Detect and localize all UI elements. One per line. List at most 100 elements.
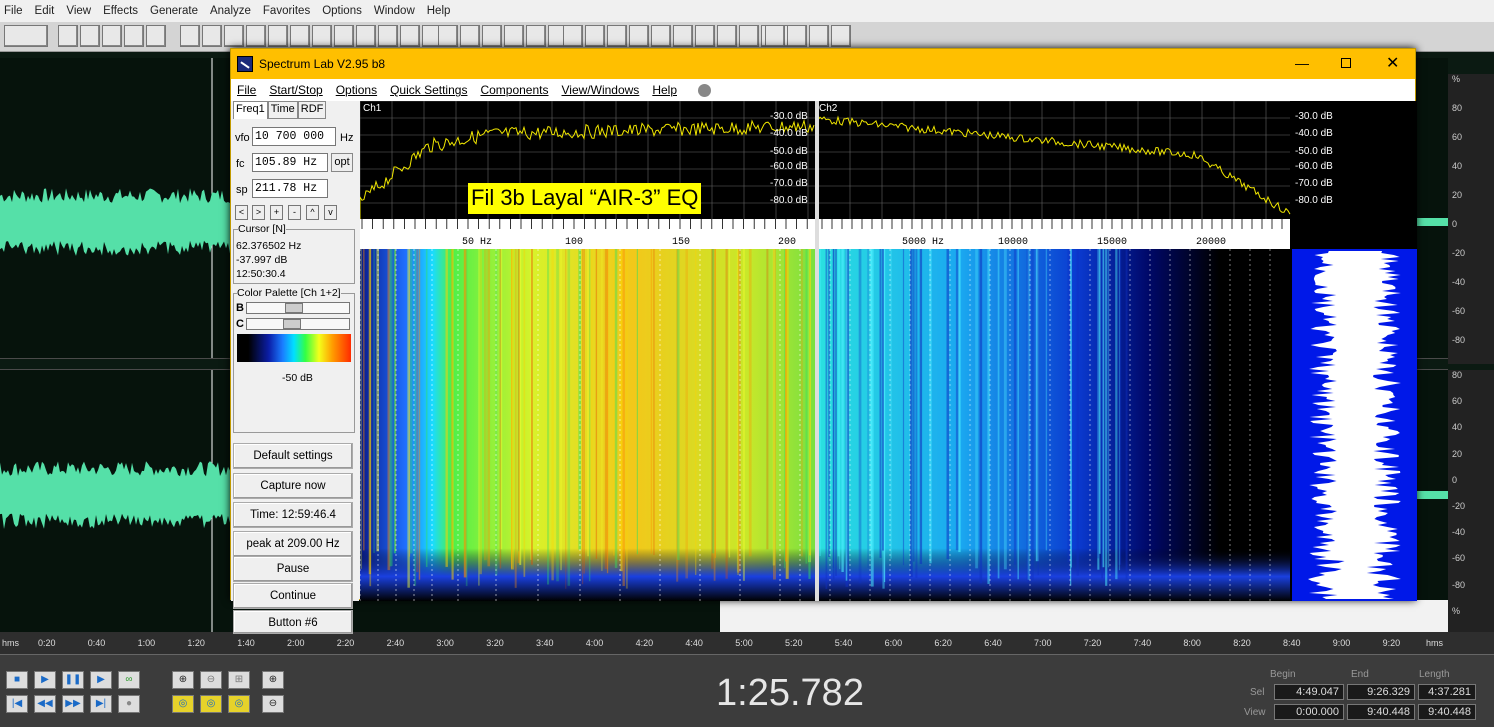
capture-now-button[interactable]: Capture now (233, 473, 353, 499)
spectrum-display[interactable]: Ch1 Ch2 -30.0 dB -40.0 dB -50.0 dB -60.0… (359, 100, 1417, 601)
pause-button[interactable]: ❚❚ (62, 671, 84, 689)
toolbar-button-14[interactable] (356, 25, 376, 47)
maximize-icon[interactable] (1341, 58, 1351, 68)
zoom-out-icon[interactable]: ⊖ (200, 671, 222, 689)
toolbar-button-21[interactable] (504, 25, 524, 47)
zoom-vertical-in-icon[interactable]: ⊕ (262, 671, 284, 689)
toolbar-button-24[interactable] (563, 25, 583, 47)
rewind-button[interactable]: ◀◀ (34, 695, 56, 713)
view-end[interactable]: 9:40.448 (1347, 704, 1415, 720)
toolbar-button-10[interactable] (268, 25, 288, 47)
go-to-end-button[interactable]: ▶| (90, 695, 112, 713)
sl-menu-file[interactable]: File (237, 83, 256, 97)
loop-button[interactable]: ∞ (118, 671, 140, 689)
menu-options[interactable]: Options (322, 5, 362, 17)
tab-freq1[interactable]: Freq1 (233, 101, 268, 119)
sl-menu-options[interactable]: Options (336, 83, 377, 97)
sl-menu-start-stop[interactable]: Start/Stop (269, 83, 322, 97)
sl-menu-help[interactable]: Help (652, 83, 677, 97)
time-ruler[interactable]: hms 0:20 0:40 1:00 1:20 1:40 2:00 2:20 2:40 3:00 3… (0, 632, 1494, 654)
close-icon[interactable]: ✕ (1386, 53, 1399, 73)
toolbar-button-11[interactable] (290, 25, 310, 47)
nav-right-button[interactable]: > (252, 205, 265, 220)
menu-favorites[interactable]: Favorites (263, 5, 310, 17)
sel-end[interactable]: 9:26.329 (1347, 684, 1415, 700)
default-settings-button[interactable]: Default settings (233, 443, 353, 469)
nav-minus-button[interactable]: - (288, 205, 301, 220)
play-button[interactable]: ▶ (34, 671, 56, 689)
toolbar-button-25[interactable] (585, 25, 605, 47)
toolbar-button-15[interactable] (378, 25, 398, 47)
contrast-slider[interactable] (246, 318, 350, 330)
pause-button-sl[interactable]: Pause (233, 556, 353, 582)
toolbar-button-16[interactable] (400, 25, 420, 47)
toolbar-button-36[interactable] (787, 25, 807, 47)
zoom-left-icon[interactable]: ◎ (172, 695, 194, 713)
time-button[interactable]: Time: 12:59:46.4 (233, 502, 353, 528)
menu-help[interactable]: Help (427, 5, 451, 17)
toolbar-button-18[interactable] (438, 25, 458, 47)
menu-window[interactable]: Window (374, 5, 415, 17)
toolbar-button-13[interactable] (334, 25, 354, 47)
sl-titlebar[interactable]: Spectrum Lab V2.95 b8 — ✕ (231, 49, 1415, 79)
menu-effects[interactable]: Effects (103, 5, 138, 17)
sl-menu-view-windows[interactable]: View/Windows (562, 83, 640, 97)
toolbar-button-31[interactable] (717, 25, 737, 47)
view-length[interactable]: 9:40.448 (1418, 704, 1476, 720)
tab-rdf[interactable]: RDF (297, 101, 327, 119)
sl-menu-quick-settings[interactable]: Quick Settings (390, 83, 467, 97)
toolbar-button-7[interactable] (202, 25, 222, 47)
opt-button[interactable]: opt (331, 153, 353, 172)
menu-file[interactable]: File (4, 5, 23, 17)
brightness-slider[interactable] (246, 302, 350, 314)
toolbar-button-0[interactable] (4, 25, 48, 47)
menu-edit[interactable]: Edit (35, 5, 55, 17)
toolbar-button-3[interactable] (102, 25, 122, 47)
stop-button[interactable]: ■ (6, 671, 28, 689)
zoom-in-icon[interactable]: ⊕ (172, 671, 194, 689)
nav-left-button[interactable]: < (235, 205, 248, 220)
toolbar-button-27[interactable] (629, 25, 649, 47)
zoom-vertical-out-icon[interactable]: ⊖ (262, 695, 284, 713)
toolbar-button-1[interactable] (58, 25, 78, 47)
vfo-field[interactable]: 10 700 000 (252, 127, 336, 146)
minimize-icon[interactable]: — (1295, 55, 1309, 71)
zoom-full-icon[interactable]: ⊞ (228, 671, 250, 689)
fc-field[interactable]: 105.89 Hz (252, 153, 328, 172)
nav-plus-button[interactable]: + (270, 205, 283, 220)
play-to-end-button[interactable]: ▶ (90, 671, 112, 689)
toolbar-button-22[interactable] (526, 25, 546, 47)
go-to-start-button[interactable]: |◀ (6, 695, 28, 713)
sp-field[interactable]: 211.78 Hz (252, 179, 328, 198)
toolbar-button-37[interactable] (809, 25, 829, 47)
continue-button[interactable]: Continue (233, 583, 353, 609)
menu-view[interactable]: View (66, 5, 91, 17)
zoom-right-icon[interactable]: ◎ (200, 695, 222, 713)
view-begin[interactable]: 0:00.000 (1274, 704, 1344, 720)
toolbar-button-6[interactable] (180, 25, 200, 47)
menu-generate[interactable]: Generate (150, 5, 198, 17)
toolbar-button-38[interactable] (831, 25, 851, 47)
toolbar-button-35[interactable] (765, 25, 785, 47)
button-6[interactable]: Button #6 (233, 610, 353, 634)
nav-up-button[interactable]: ^ (306, 205, 319, 220)
toolbar-button-8[interactable] (224, 25, 244, 47)
toolbar-button-19[interactable] (460, 25, 480, 47)
record-button[interactable]: ● (118, 695, 140, 713)
toolbar-button-30[interactable] (695, 25, 715, 47)
sl-menu-components[interactable]: Components (480, 83, 548, 97)
toolbar-button-4[interactable] (124, 25, 144, 47)
toolbar-button-29[interactable] (673, 25, 693, 47)
toolbar-button-32[interactable] (739, 25, 759, 47)
toolbar-button-20[interactable] (482, 25, 502, 47)
toolbar-button-5[interactable] (146, 25, 166, 47)
sel-length[interactable]: 4:37.281 (1418, 684, 1476, 700)
peak-button[interactable]: peak at 209.00 Hz (233, 531, 353, 557)
toolbar-button-26[interactable] (607, 25, 627, 47)
zoom-selection-icon[interactable]: ◎ (228, 695, 250, 713)
forward-button[interactable]: ▶▶ (62, 695, 84, 713)
tab-time[interactable]: Time (267, 101, 298, 119)
menu-analyze[interactable]: Analyze (210, 5, 251, 17)
toolbar-button-9[interactable] (246, 25, 266, 47)
toolbar-button-2[interactable] (80, 25, 100, 47)
